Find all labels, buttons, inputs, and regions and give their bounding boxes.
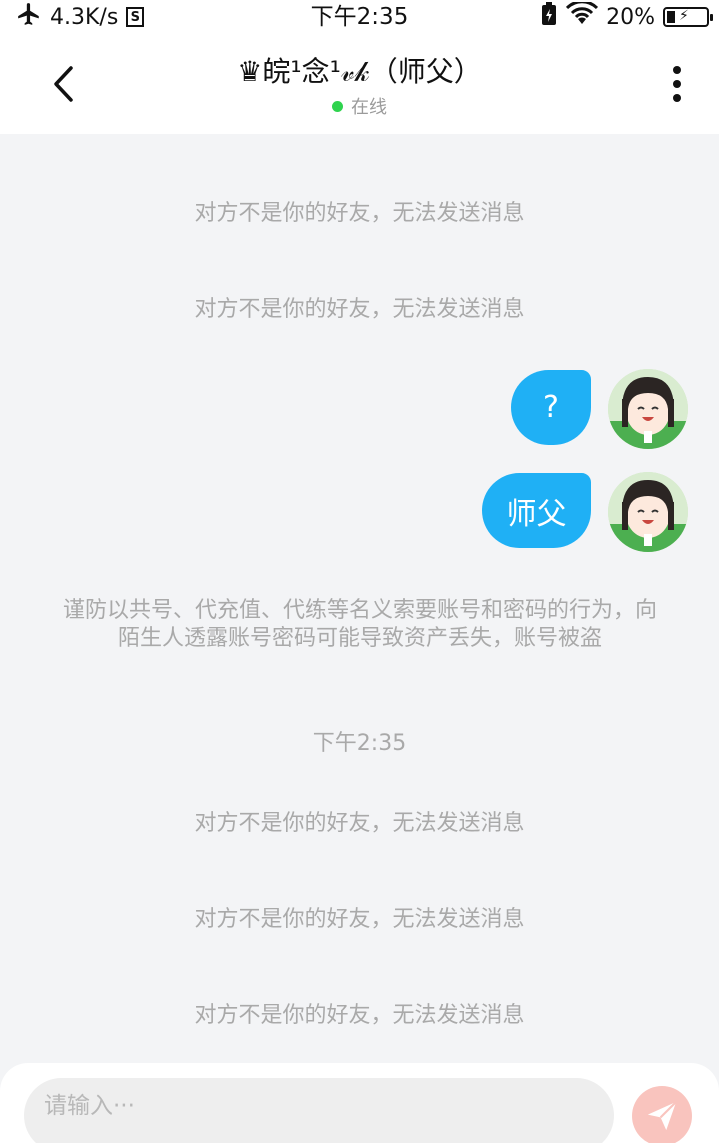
timestamp: 下午2:35 [312,731,407,756]
security-warning: 谨防以共号、代充值、代练等名义索要账号和密码的行为，向陌生人透露账号密码可能导致… [62,598,657,651]
battery-percent: 20% [606,4,655,30]
wifi-icon [566,0,599,32]
chevron-left-icon [54,66,73,102]
message-text: 师父 [506,496,567,532]
anime-girl-avatar-icon [608,472,688,552]
anime-girl-avatar-icon [608,369,688,449]
online-dot [332,100,343,112]
status-bar: 4.3K/s S 下午2:35 20% ⚡ [0,0,719,34]
more-vertical-icon [673,66,681,102]
more-options-button[interactable] [655,52,699,116]
battery-level [667,11,675,23]
chat-header: ♛皖¹念¹𝓋𝓀（师父） 在线 [0,34,719,134]
online-status: 在线 [120,93,599,119]
battery-saver-icon [540,2,558,32]
message-text: ? [543,390,559,425]
send-button[interactable] [632,1086,692,1143]
system-message: 对方不是你的好友，无法发送消息 [194,297,525,322]
chat-title: ♛皖¹念¹𝓋𝓀（师父） 在线 [120,52,599,119]
online-label: 在线 [351,97,387,118]
chat-screen: 4.3K/s S 下午2:35 20% ⚡ ♛皖¹念¹𝓋𝓀（师父） 在线 对方不… [0,0,719,1143]
battery-icon: ⚡ [663,7,713,27]
system-message: 对方不是你的好友，无法发送消息 [194,811,525,836]
charging-icon: ⚡ [679,8,689,24]
sent-message-bubble[interactable]: 师父 [482,473,591,548]
paper-plane-icon [647,1101,677,1131]
back-button[interactable] [38,52,88,116]
system-message: 对方不是你的好友，无法发送消息 [194,201,525,226]
avatar[interactable] [608,369,688,449]
status-right: 20% ⚡ [540,0,713,32]
system-message: 对方不是你的好友，无法发送消息 [194,907,525,932]
contact-name: ♛皖¹念¹𝓋𝓀（师父） [237,55,482,88]
message-list[interactable]: 对方不是你的好友，无法发送消息 对方不是你的好友，无法发送消息 ? 师父 谨防以… [0,134,719,1063]
message-input[interactable] [24,1078,614,1143]
avatar[interactable] [608,472,688,552]
input-bar [0,1063,719,1143]
sent-message-bubble[interactable]: ? [511,370,591,445]
system-message: 对方不是你的好友，无法发送消息 [194,1003,525,1028]
